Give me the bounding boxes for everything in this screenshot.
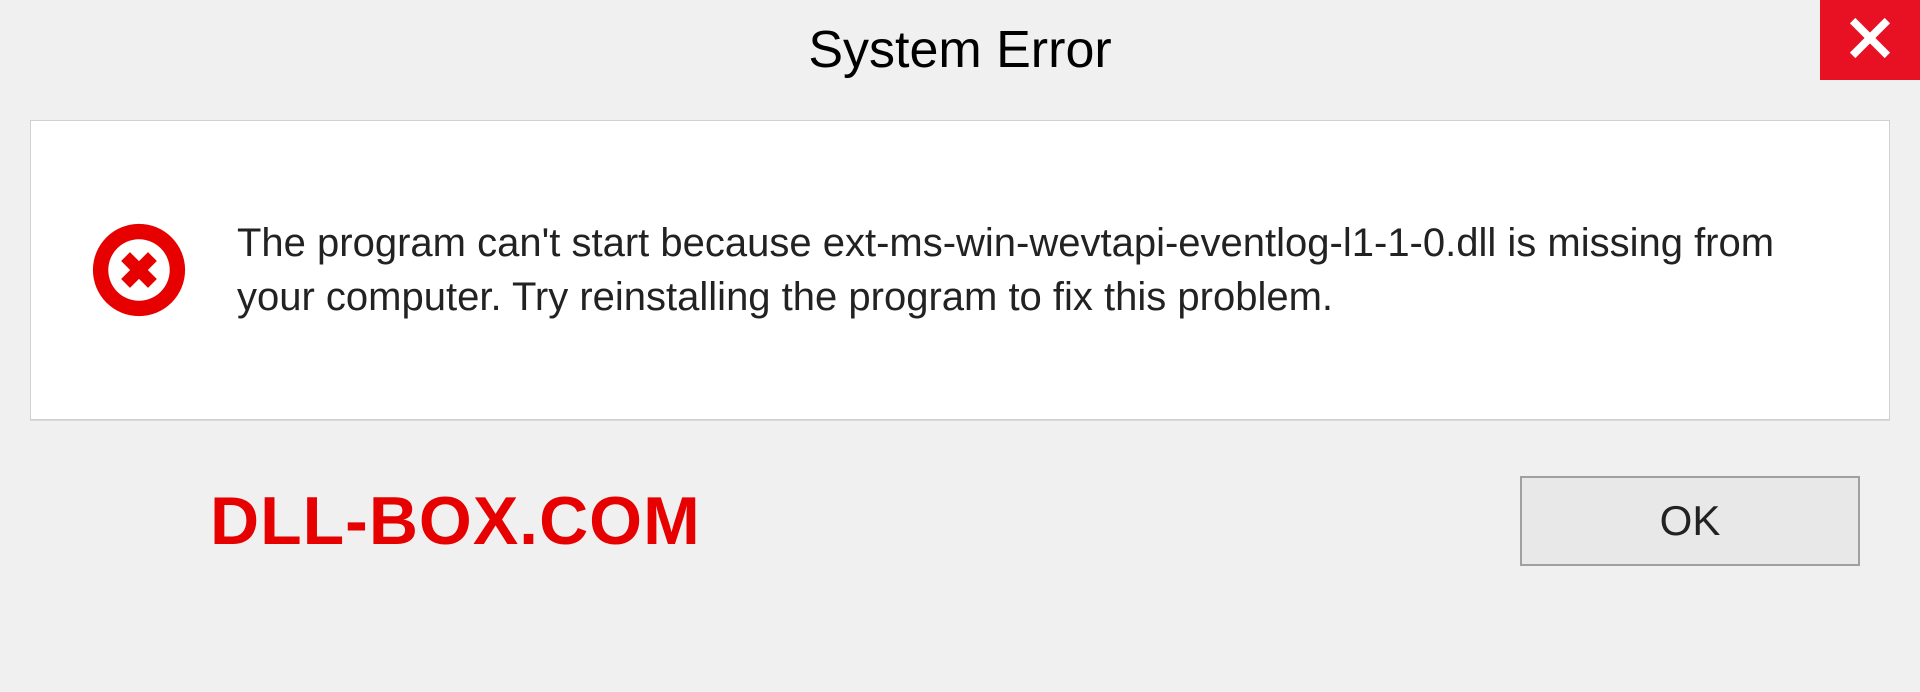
message-panel: The program can't start because ext-ms-w… bbox=[30, 120, 1890, 420]
error-message: The program can't start because ext-ms-w… bbox=[237, 216, 1809, 324]
ok-button[interactable]: OK bbox=[1520, 476, 1860, 566]
footer-bar: DLL-BOX.COM OK bbox=[30, 420, 1890, 620]
title-bar: System Error bbox=[0, 0, 1920, 100]
dialog-title: System Error bbox=[808, 20, 1111, 80]
close-icon bbox=[1848, 16, 1892, 65]
close-button[interactable] bbox=[1820, 0, 1920, 80]
error-icon bbox=[91, 222, 187, 318]
brand-watermark: DLL-BOX.COM bbox=[210, 482, 701, 560]
